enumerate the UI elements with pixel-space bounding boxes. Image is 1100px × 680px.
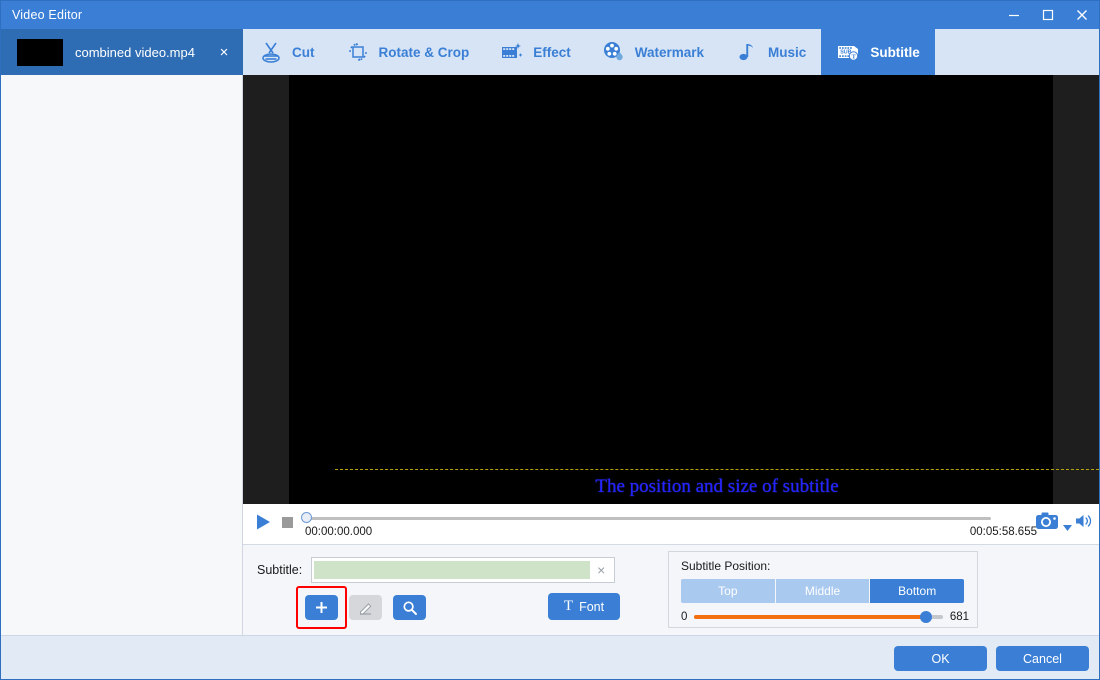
tab-effect[interactable]: Effect — [484, 29, 586, 75]
subtitle-label: Subtitle: — [257, 563, 302, 577]
tab-watermark[interactable]: Watermark — [586, 29, 719, 75]
tab-music[interactable]: Music — [719, 29, 821, 75]
position-option-middle[interactable]: Middle — [776, 579, 871, 603]
subtitle-position-slider-row: 0 681 — [681, 611, 969, 623]
current-time-label: 00:00:00.000 — [305, 526, 372, 538]
tab-watermark-label: Watermark — [635, 45, 704, 60]
playback-bar: 00:00:00.000 00:05:58.655 — [243, 504, 1099, 545]
position-option-top[interactable]: Top — [681, 579, 776, 603]
speaker-icon — [1075, 513, 1094, 529]
snapshot-button[interactable] — [1035, 510, 1061, 532]
ok-button[interactable]: OK — [894, 646, 987, 671]
camera-icon — [1035, 510, 1061, 532]
plus-icon — [314, 600, 329, 615]
seek-handle[interactable] — [301, 512, 312, 523]
slider-handle[interactable] — [920, 611, 932, 623]
total-time-label: 00:05:58.655 — [970, 526, 1037, 538]
title-bar: Video Editor — [1, 1, 1099, 29]
tab-cut-label: Cut — [292, 45, 315, 60]
seek-slider[interactable] — [301, 513, 991, 523]
tab-subtitle[interactable]: SUB T Subtitle — [821, 29, 935, 75]
search-subtitle-button[interactable] — [393, 595, 426, 620]
pencil-icon — [358, 600, 374, 616]
play-icon — [253, 512, 273, 532]
video-editor-window: Video Editor combined — [0, 0, 1100, 680]
subtitle-position-title: Subtitle Position: — [681, 559, 977, 573]
subtitle-action-buttons — [305, 595, 426, 620]
reel-droplet-icon — [601, 40, 627, 64]
subtitle-input[interactable] — [314, 561, 590, 579]
subtitle-input-row: Subtitle: × — [257, 557, 615, 583]
volume-button[interactable] — [1075, 513, 1094, 529]
font-button[interactable]: T Font — [548, 593, 620, 620]
svg-text:T: T — [852, 53, 857, 60]
position-option-bottom[interactable]: Bottom — [870, 579, 964, 603]
slider-min-label: 0 — [681, 611, 687, 623]
subtitle-edit-panel: Subtitle: × — [243, 545, 1099, 635]
subtitle-icon: SUB T — [836, 40, 862, 64]
maximize-button[interactable] — [1031, 1, 1065, 29]
chevron-down-icon — [1063, 525, 1072, 531]
subtitle-position-group: Subtitle Position: Top Middle Bottom 0 6… — [668, 551, 978, 628]
top-row: combined video.mp4 × Cut — [1, 29, 1099, 75]
close-button[interactable] — [1065, 1, 1099, 29]
window-title: Video Editor — [1, 8, 82, 22]
magnifier-icon — [402, 600, 418, 616]
minimize-icon — [1008, 9, 1020, 21]
close-icon — [1076, 9, 1088, 21]
toolbar: Cut Rotate & Crop — [243, 29, 1099, 75]
film-sparkle-icon — [499, 40, 525, 64]
file-thumbnail — [17, 39, 63, 66]
tab-rotate-crop-label: Rotate & Crop — [379, 45, 470, 60]
slider-max-label: 681 — [950, 611, 969, 623]
maximize-icon — [1042, 9, 1054, 21]
crop-rotate-icon — [345, 40, 371, 64]
seek-track[interactable] — [307, 517, 991, 520]
tab-music-label: Music — [768, 45, 806, 60]
scissors-icon — [258, 40, 284, 64]
slider-fill — [694, 615, 925, 619]
tab-effect-label: Effect — [533, 45, 571, 60]
file-list-panel[interactable] — [1, 75, 243, 635]
play-button[interactable] — [253, 512, 273, 532]
tab-subtitle-label: Subtitle — [870, 45, 920, 60]
add-subtitle-button[interactable] — [305, 595, 338, 620]
tab-cut[interactable]: Cut — [243, 29, 330, 75]
font-button-label: Font — [579, 600, 604, 614]
preview-stage: The position and size of subtitle — [243, 75, 1099, 504]
subtitle-overlay-text: The position and size of subtitle — [595, 476, 838, 498]
minimize-button[interactable] — [997, 1, 1031, 29]
subtitle-input-box[interactable]: × — [311, 557, 615, 583]
subtitle-position-segmented-control: Top Middle Bottom — [681, 579, 964, 603]
cancel-button[interactable]: Cancel — [996, 646, 1089, 671]
music-note-icon — [734, 40, 760, 64]
subtitle-clear-icon[interactable]: × — [590, 563, 612, 577]
file-tab-combined-video[interactable]: combined video.mp4 × — [1, 29, 243, 75]
footer-bar: OK Cancel — [1, 635, 1099, 679]
video-preview[interactable]: The position and size of subtitle — [289, 75, 1053, 504]
font-glyph: T — [564, 598, 573, 615]
subtitle-position-slider[interactable] — [694, 615, 942, 619]
subtitle-guide-box[interactable]: The position and size of subtitle — [335, 469, 1099, 504]
add-subtitle-button-wrapper — [305, 595, 338, 620]
snapshot-dropdown-button[interactable] — [1063, 518, 1072, 536]
stop-button[interactable] — [282, 517, 293, 528]
file-tab-close-icon[interactable]: × — [211, 45, 237, 60]
tab-rotate-crop[interactable]: Rotate & Crop — [330, 29, 485, 75]
window-controls — [997, 1, 1099, 29]
edit-subtitle-button[interactable] — [349, 595, 382, 620]
file-tab-label: combined video.mp4 — [75, 45, 211, 60]
